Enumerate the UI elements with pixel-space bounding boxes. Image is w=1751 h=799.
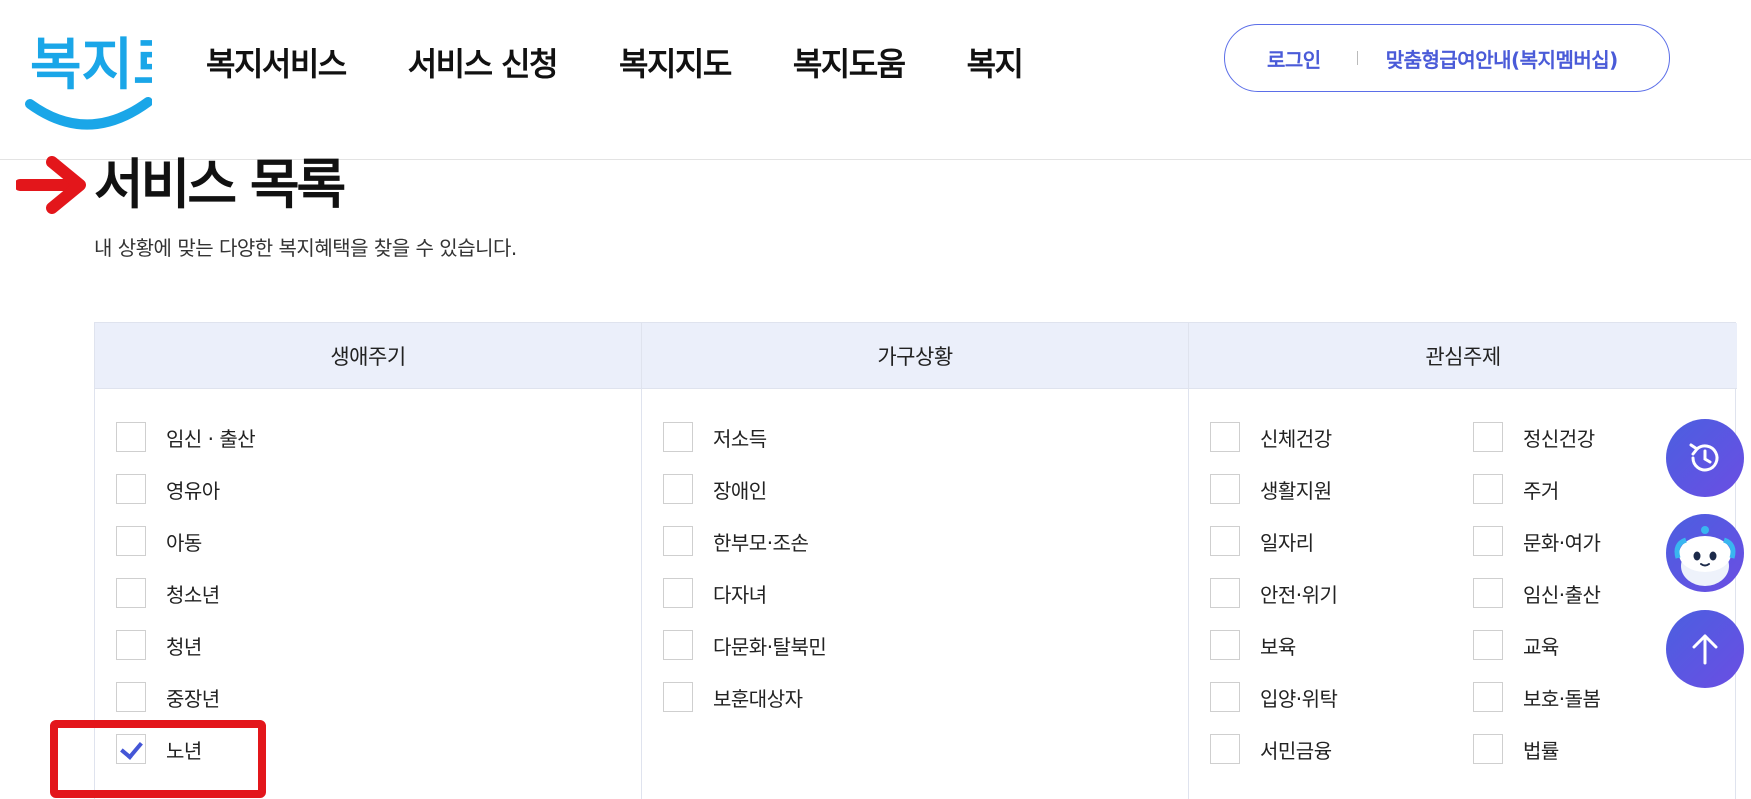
checkbox[interactable] <box>116 422 146 452</box>
nav-welfare-services[interactable]: 복지서비스 <box>206 40 347 88</box>
life-cycle-header: 생애주기 <box>95 323 641 389</box>
nav-welfare-help[interactable]: 복지도움 <box>793 40 906 88</box>
checkbox[interactable] <box>1473 526 1503 556</box>
checkbox[interactable] <box>663 682 693 712</box>
main-nav: 복지서비스 서비스 신청 복지지도 복지도움 복지 <box>206 40 1026 88</box>
nav-service-apply[interactable]: 서비스 신청 <box>408 40 559 88</box>
filter-option-teen[interactable]: 청소년 <box>116 577 220 609</box>
filter-option-veteran[interactable]: 보훈대상자 <box>663 681 803 713</box>
filter-option-adoption-foster[interactable]: 입양·위탁 <box>1210 681 1338 713</box>
checkbox[interactable] <box>1473 630 1503 660</box>
checkbox[interactable] <box>116 474 146 504</box>
chatbot-icon <box>1674 526 1736 586</box>
recent-history-button[interactable] <box>1666 419 1744 497</box>
checkbox[interactable] <box>1210 526 1240 556</box>
filter-option-culture-leisure[interactable]: 문화·여가 <box>1473 525 1601 557</box>
filter-option-education[interactable]: 교육 <box>1473 629 1559 661</box>
checkbox[interactable] <box>1473 474 1503 504</box>
chatbot-button[interactable] <box>1666 514 1744 592</box>
filter-option-housing[interactable]: 주거 <box>1473 473 1559 505</box>
checkbox[interactable] <box>663 526 693 556</box>
recent-history-icon <box>1689 443 1719 472</box>
filter-option-low-income[interactable]: 저소득 <box>663 421 767 453</box>
filter-option-legal[interactable]: 법률 <box>1473 733 1559 765</box>
checkbox[interactable] <box>1210 422 1240 452</box>
checkbox[interactable] <box>1473 578 1503 608</box>
scroll-top-button[interactable] <box>1666 610 1744 688</box>
checkbox[interactable] <box>116 578 146 608</box>
filter-option-mental-health[interactable]: 정신건강 <box>1473 421 1595 453</box>
service-filter-table: 생애주기 임신 · 출산 영유아 아동 청소년 청년 중장년 노년 가구상황 저… <box>94 322 1737 799</box>
nav-welfare-map[interactable]: 복지지도 <box>619 40 732 88</box>
site-header: 복지로 복지서비스 서비스 신청 복지지도 복지도움 복지 로그인 맞춤형급여안내(복지… <box>0 0 1751 160</box>
nav-welfare-more[interactable]: 복지 <box>967 40 1024 88</box>
filter-option-multicultural[interactable]: 다문화·탈북민 <box>663 629 827 661</box>
checkbox[interactable] <box>663 422 693 452</box>
filter-option-physical-health[interactable]: 신체건강 <box>1210 421 1332 453</box>
membership-link[interactable]: 맞춤형급여안내(복지멤버십) <box>1386 44 1619 73</box>
filter-option-child[interactable]: 아동 <box>116 525 202 557</box>
filter-option-disabled[interactable]: 장애인 <box>663 473 767 505</box>
login-link[interactable]: 로그인 <box>1267 44 1321 73</box>
page-title: 서비스 목록 <box>94 153 346 216</box>
checkbox[interactable] <box>116 526 146 556</box>
interest-column: 관심주제 신체건강 정신건강 생활지원 주거 일자리 문화·여가 안전·위기 임… <box>1189 323 1737 799</box>
filter-option-finance[interactable]: 서민금융 <box>1210 733 1332 765</box>
filter-option-infant[interactable]: 영유아 <box>116 473 220 505</box>
checkbox[interactable] <box>1210 578 1240 608</box>
checkbox[interactable] <box>1210 474 1240 504</box>
filter-option-pregnancy-birth[interactable]: 임신·출산 <box>1473 577 1601 609</box>
filter-option-youth[interactable]: 청년 <box>116 629 202 661</box>
filter-option-single-parent[interactable]: 한부모·조손 <box>663 525 809 557</box>
checkbox[interactable] <box>1473 682 1503 712</box>
checkbox[interactable] <box>663 630 693 660</box>
checkbox[interactable] <box>1210 734 1240 764</box>
filter-option-pregnancy[interactable]: 임신 · 출산 <box>116 421 256 453</box>
divider <box>1356 51 1358 65</box>
filter-option-multi-child[interactable]: 다자녀 <box>663 577 767 609</box>
red-highlight-annotation <box>50 720 266 798</box>
checkbox[interactable] <box>1210 630 1240 660</box>
checkbox[interactable] <box>1473 422 1503 452</box>
checkbox[interactable] <box>116 682 146 712</box>
checkbox[interactable] <box>663 474 693 504</box>
bokjiro-logo[interactable]: 복지로 <box>24 18 152 136</box>
scroll-top-arrow-icon <box>1692 634 1718 665</box>
utility-menu: 로그인 맞춤형급여안내(복지멤버십) <box>1224 24 1670 92</box>
filter-option-middle-aged[interactable]: 중장년 <box>116 681 220 713</box>
checkbox[interactable] <box>663 578 693 608</box>
filter-option-jobs[interactable]: 일자리 <box>1210 525 1314 557</box>
interest-header: 관심주제 <box>1189 323 1737 389</box>
svg-text:복지로: 복지로 <box>30 33 152 98</box>
household-header: 가구상황 <box>642 323 1188 389</box>
page-description: 내 상황에 맞는 다양한 복지혜택을 찾을 수 있습니다. <box>94 236 517 260</box>
checkbox[interactable] <box>116 630 146 660</box>
checkbox[interactable] <box>1210 682 1240 712</box>
filter-option-childcare[interactable]: 보육 <box>1210 629 1296 661</box>
filter-option-safety-crisis[interactable]: 안전·위기 <box>1210 577 1338 609</box>
checkbox[interactable] <box>1473 734 1503 764</box>
filter-option-living-support[interactable]: 생활지원 <box>1210 473 1332 505</box>
red-arrow-annotation <box>16 156 86 214</box>
household-column: 가구상황 저소득 장애인 한부모·조손 다자녀 다문화·탈북민 보훈대상자 <box>642 323 1189 799</box>
filter-option-protection-care[interactable]: 보호·돌봄 <box>1473 681 1601 713</box>
